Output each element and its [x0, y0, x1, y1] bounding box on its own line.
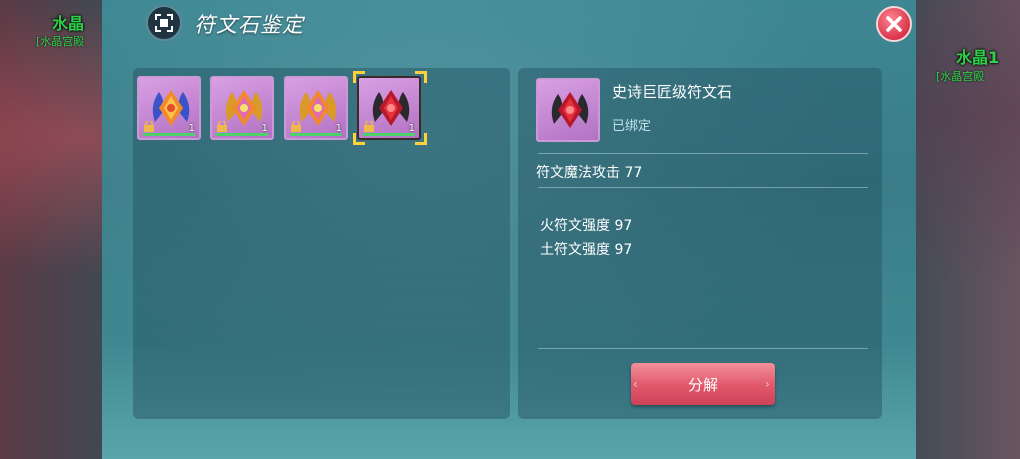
inventory-slot[interactable]: 1 — [284, 76, 348, 140]
durability-bar — [290, 133, 342, 136]
scene-left-label: 水晶 — [52, 14, 85, 33]
divider — [538, 348, 868, 349]
chevron-left-icon: ‹ — [633, 377, 638, 391]
divider — [538, 187, 868, 188]
close-icon — [886, 16, 902, 32]
chevron-right-icon: › — [765, 377, 770, 391]
scene-right-sublabel: [水晶宫殿 — [936, 70, 985, 83]
lock-icon — [291, 121, 301, 132]
inventory-slot-selected[interactable]: 1 — [357, 76, 421, 140]
decompose-label: 分解 — [687, 375, 718, 394]
close-button[interactable] — [876, 6, 912, 42]
lock-icon — [144, 121, 154, 132]
inventory-slot[interactable]: 1 — [210, 76, 274, 140]
main-stat: 符文魔法攻击 77 — [536, 165, 643, 181]
durability-bar — [363, 133, 415, 136]
bound-status: 已绑定 — [612, 119, 652, 134]
selection-corner — [415, 71, 427, 83]
lock-icon — [364, 121, 374, 132]
divider — [538, 153, 868, 154]
decompose-button[interactable]: ‹ 分解 › — [631, 363, 775, 405]
dialog-title: 符文石鉴定 — [194, 13, 304, 37]
sub-stat: 土符文强度 97 — [540, 242, 633, 258]
red-rune-stone-icon — [551, 92, 589, 128]
inventory-slot[interactable]: 1 — [137, 76, 201, 140]
identify-icon — [146, 5, 182, 41]
item-name: 史诗巨匠级符文石 — [612, 83, 733, 101]
selection-corner — [415, 133, 427, 145]
scene-left-sublabel: [水晶宫殿 — [36, 35, 85, 48]
selection-corner — [353, 71, 365, 83]
lock-icon — [217, 121, 227, 132]
sub-stat: 火符文强度 97 — [540, 218, 633, 234]
durability-bar — [143, 133, 195, 136]
selected-item-icon — [536, 78, 600, 142]
selection-corner — [353, 133, 365, 145]
durability-bar — [216, 133, 268, 136]
scene-right-label: 水晶1 — [956, 48, 1000, 67]
dialog-title-bar: 符文石鉴定 — [102, 0, 916, 46]
